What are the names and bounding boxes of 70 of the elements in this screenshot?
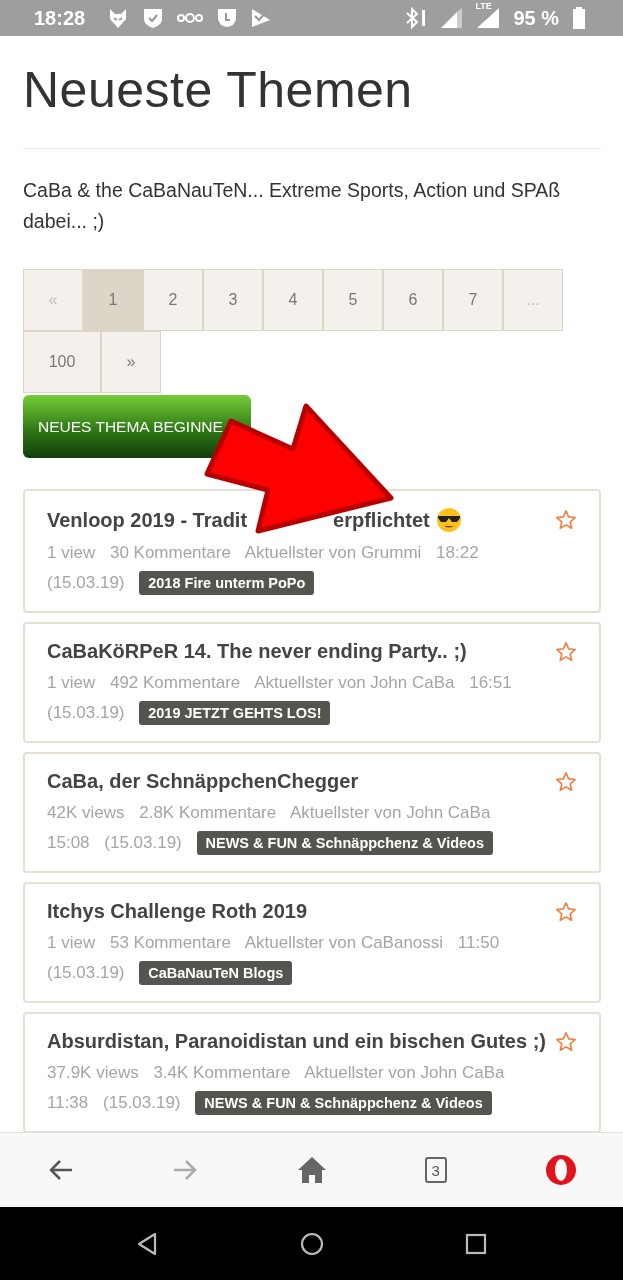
topic-meta: 3.4K Kommentare xyxy=(153,1063,291,1082)
category-tag[interactable]: NEWS & FUN & Schnäppchenz & Videos xyxy=(196,831,493,855)
topic-title[interactable]: CaBa, der SchnäppchenChegger xyxy=(47,770,359,793)
status-time: 18:28 xyxy=(34,6,86,30)
topic-meta: (15.03.19) xyxy=(47,573,125,592)
signal-icon xyxy=(441,8,464,28)
sunglasses-emoji-icon xyxy=(435,507,462,533)
category-tag[interactable]: 2018 Fire unterm PoPo xyxy=(139,571,315,595)
topic-meta: (15.03.19) xyxy=(47,963,125,982)
topic-meta: 1 view xyxy=(47,933,96,952)
topic-meta: 2.8K Kommentare xyxy=(139,803,277,822)
topic-title[interactable]: erpflichtet xyxy=(333,508,430,532)
shield-icon xyxy=(143,7,164,29)
star-icon[interactable] xyxy=(555,509,577,531)
app-icon xyxy=(217,8,238,28)
topic-meta: Aktuellster von Grummi xyxy=(244,543,422,562)
page-button[interactable]: 4 xyxy=(263,269,323,331)
topic-meta: (15.03.19) xyxy=(104,833,182,852)
tabs-button[interactable]: 3 xyxy=(424,1157,447,1183)
topic-title[interactable]: Itchys Challenge Roth 2019 xyxy=(47,900,308,923)
topic-meta: 18:22 xyxy=(436,543,479,562)
topic-meta: 15:08 xyxy=(47,833,90,852)
page-button[interactable]: » xyxy=(101,331,161,393)
topic-meta: 16:51 xyxy=(469,673,512,692)
topic-meta: 1 view xyxy=(47,543,96,562)
topic-meta: Aktuellster von John CaBa xyxy=(304,1063,505,1082)
topic-meta: 30 Kommentare xyxy=(109,543,231,562)
home-nav-icon[interactable] xyxy=(299,1231,324,1256)
topic-title[interactable]: Venloop 2019 - Tradit xyxy=(47,508,248,532)
topic-meta: (15.03.19) xyxy=(47,703,125,722)
topic-meta: Aktuellster von John CaBa xyxy=(290,803,491,822)
topic-meta: Aktuellster von CaBanossi xyxy=(244,933,444,952)
opera-logo-icon[interactable] xyxy=(545,1154,577,1186)
category-tag[interactable]: NEWS & FUN & Schnäppchenz & Videos xyxy=(195,1091,492,1115)
topic-meta: 11:38 xyxy=(47,1093,89,1112)
topic-meta: (15.03.19) xyxy=(103,1093,181,1112)
new-topic-button[interactable]: NEUES THEMA BEGINNE xyxy=(23,395,251,458)
topic-meta: 42K views xyxy=(47,803,125,822)
page-button[interactable]: 7 xyxy=(443,269,503,331)
network-label: LTE xyxy=(475,1,492,11)
page-button[interactable]: 2 xyxy=(143,269,203,331)
star-icon[interactable] xyxy=(555,770,577,793)
category-tag[interactable]: 2019 JETZT GEHTS LOS! xyxy=(139,701,331,725)
back-nav-icon[interactable] xyxy=(136,1231,158,1256)
topic-title[interactable]: Absurdistan, Paranoidistan und ein bischen Gutes ;) xyxy=(47,1030,546,1053)
topic-meta: 37.9K views xyxy=(47,1063,139,1082)
back-icon[interactable] xyxy=(48,1159,74,1181)
page-button[interactable]: 100 xyxy=(23,331,101,393)
link-icon xyxy=(177,12,204,24)
topic-meta: Aktuellster von John CaBa xyxy=(254,673,455,692)
page-button[interactable]: 5 xyxy=(323,269,383,331)
page-button[interactable]: 3 xyxy=(203,269,263,331)
category-tag[interactable]: CaBaNauTeN Blogs xyxy=(139,961,293,985)
star-icon[interactable] xyxy=(555,1030,577,1053)
topic-meta: 492 Kommentare xyxy=(109,673,241,692)
page-description: CaBa & the CaBaNauTeN... Extreme Sports, Action und SPAß dabei... ;) xyxy=(23,178,562,234)
topic-meta: 1 view xyxy=(47,673,96,692)
page-button[interactable]: 6 xyxy=(383,269,443,331)
star-icon[interactable] xyxy=(555,640,577,663)
topic-meta: 53 Kommentare xyxy=(109,933,231,952)
page-title: Neueste Themen xyxy=(23,61,414,120)
check-icon xyxy=(251,8,272,28)
topic-title[interactable]: CaBaKöRPeR 14. The never ending Party.. ;) xyxy=(47,640,467,663)
signal-icon xyxy=(477,8,500,28)
topic-meta: 11:50 xyxy=(457,933,500,952)
recents-nav-icon[interactable] xyxy=(465,1232,487,1255)
battery-percent: 95 % xyxy=(513,6,559,30)
home-icon[interactable] xyxy=(296,1156,327,1184)
battery-icon xyxy=(573,7,585,29)
star-icon[interactable] xyxy=(555,900,577,923)
